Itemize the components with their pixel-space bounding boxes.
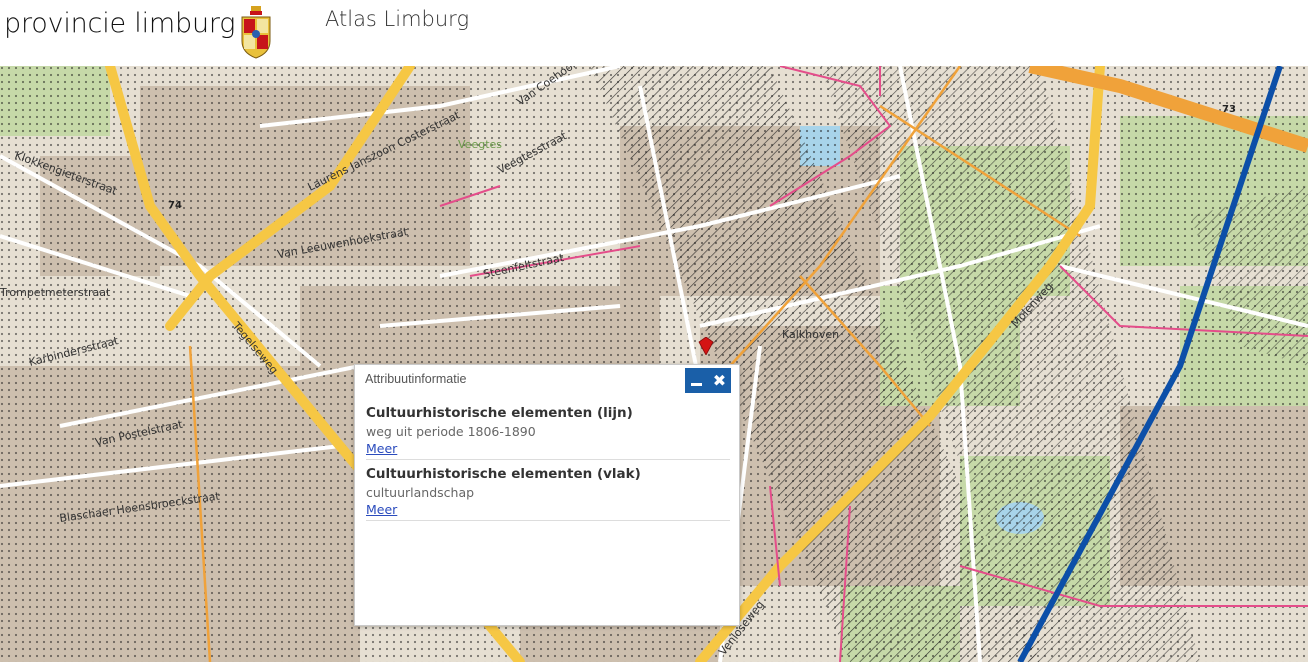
entry-title: Cultuurhistorische elementen (vlak)	[366, 466, 641, 482]
entry-description: weg uit periode 1806-1890	[366, 424, 536, 439]
street-label: Trompetmeterstraat	[0, 286, 111, 299]
close-button[interactable]: ✖	[708, 368, 731, 393]
more-link[interactable]: Meer	[366, 502, 397, 517]
brand-name[interactable]: provincie limburg	[4, 8, 235, 39]
minimize-button[interactable]	[685, 368, 708, 393]
road-number-label: 73	[1222, 104, 1236, 115]
close-icon: ✖	[712, 370, 727, 390]
attribute-info-popup: Attribuutinformatie ✖ Cultuurhistorische…	[354, 364, 740, 626]
attribute-entry: Cultuurhistorische elementen (lijn) weg …	[366, 405, 730, 460]
more-link[interactable]: Meer	[366, 441, 397, 456]
popup-controls: ✖	[685, 368, 731, 393]
app-title: Atlas Limburg	[325, 7, 470, 31]
road-number-label: 74	[168, 200, 182, 211]
attribute-entry: Cultuurhistorische elementen (vlak) cult…	[366, 466, 730, 521]
province-crest-icon[interactable]	[239, 5, 273, 59]
entry-title: Cultuurhistorische elementen (lijn)	[366, 405, 633, 421]
street-label: Kalkhoven	[782, 328, 839, 341]
entry-description: cultuurlandschap	[366, 485, 475, 500]
popup-title: Attribuutinformatie	[365, 372, 467, 386]
minimize-icon	[691, 383, 702, 386]
app-header: provincie limburg Atlas Limburg	[0, 0, 1308, 66]
location-marker-icon[interactable]	[698, 337, 714, 355]
street-label: Veegtes	[458, 138, 502, 151]
